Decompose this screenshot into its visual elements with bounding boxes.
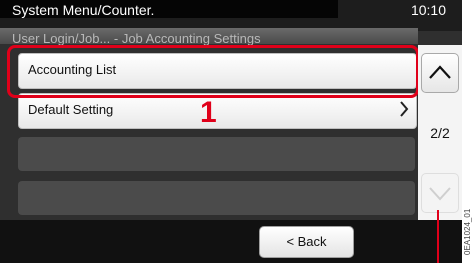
scroll-panel: 2/2 [418, 45, 462, 220]
chevron-up-icon [422, 65, 458, 96]
figure-code: 0EA1024_01 [463, 208, 472, 255]
scroll-down-button[interactable] [421, 173, 459, 213]
highlight-frame [7, 45, 419, 98]
chevron-right-icon [398, 100, 410, 123]
screen-title: System Menu/Counter. [12, 2, 155, 18]
breadcrumb: User Login/Job... - Job Accounting Setti… [12, 31, 261, 46]
list-item-empty [18, 137, 415, 171]
page-indicator: 2/2 [430, 125, 450, 141]
clock: 10:10 [410, 2, 446, 18]
callout-number: 1 [200, 96, 217, 129]
list-item-label: Default Setting [28, 102, 114, 117]
list-item-default-setting[interactable]: Default Setting [18, 93, 417, 129]
list-item-empty [18, 181, 415, 215]
panel-screen: System Menu/Counter. 10:10 User Login/Jo… [0, 0, 462, 263]
header-bar: System Menu/Counter. 10:10 [0, 0, 462, 31]
back-button[interactable]: < Back [259, 226, 354, 258]
chevron-down-icon [422, 187, 458, 216]
scroll-up-button[interactable] [421, 53, 459, 93]
bottom-bar [0, 220, 462, 263]
pointer-line [437, 210, 439, 263]
